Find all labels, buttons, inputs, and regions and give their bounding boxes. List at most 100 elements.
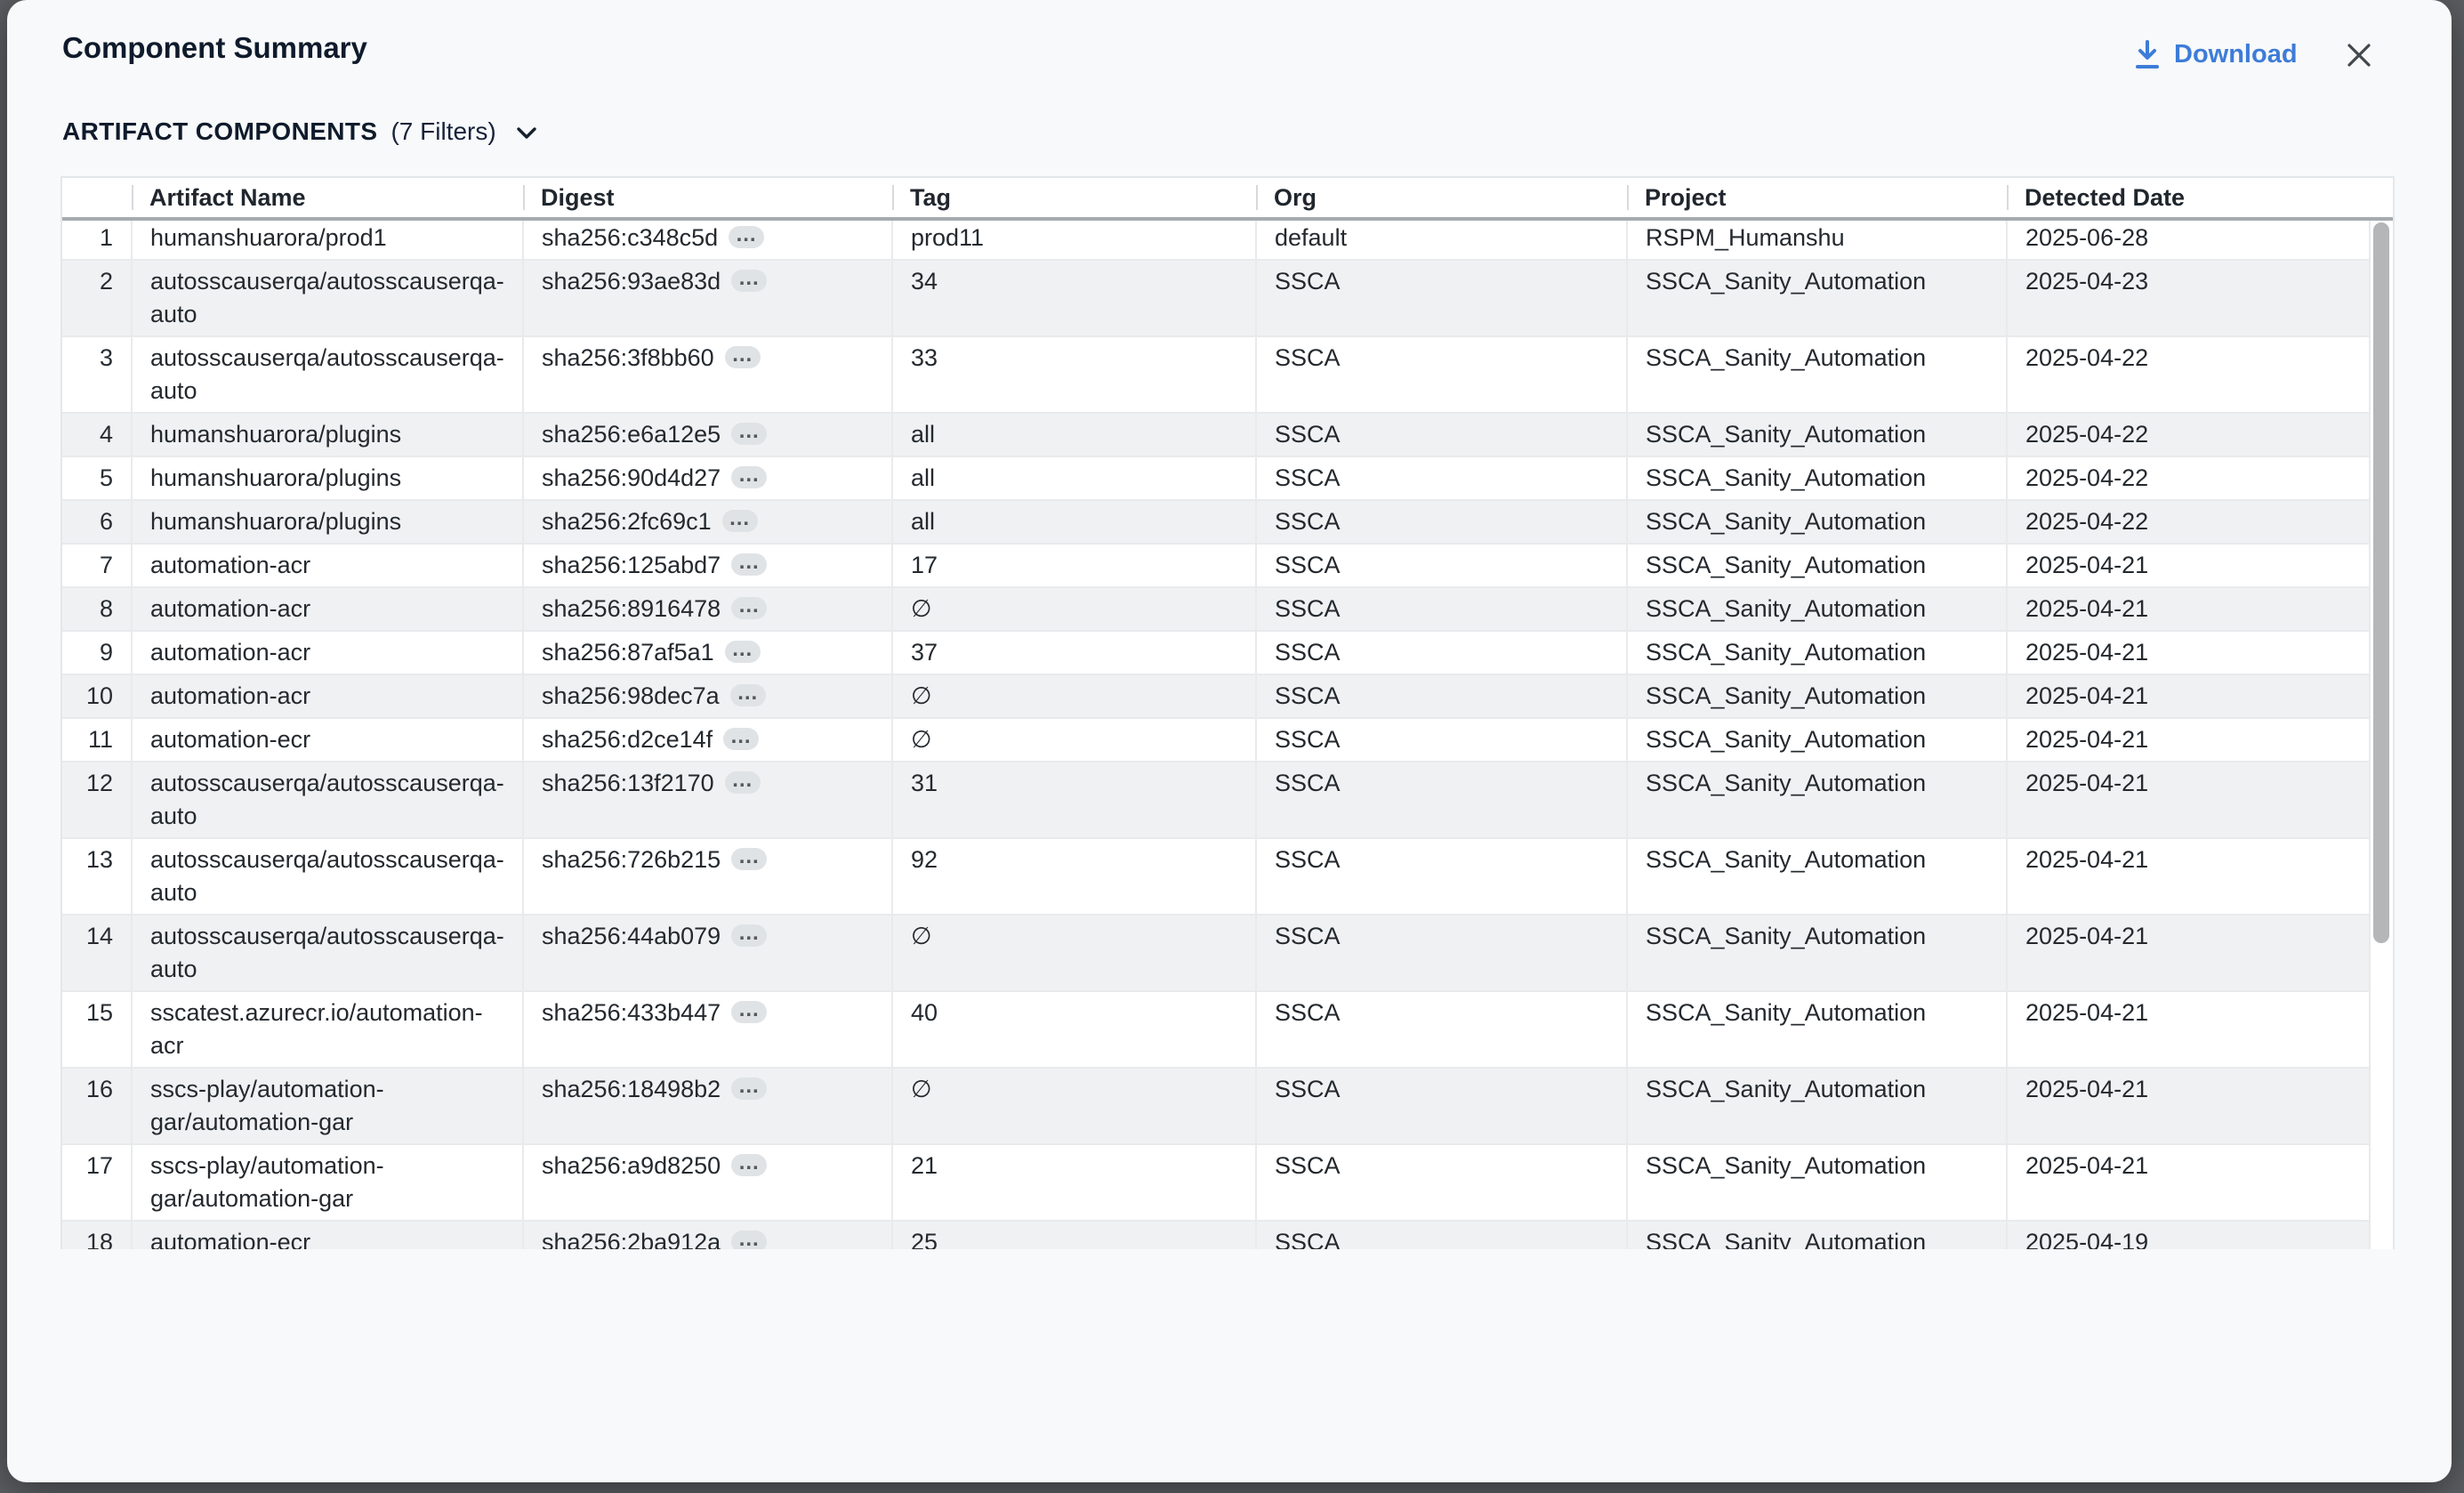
digest-expand-chip[interactable]: … <box>731 1001 767 1023</box>
cell-artifact-name: automation-acr <box>132 631 523 674</box>
cell-org: SSCA <box>1256 1068 1627 1144</box>
cell-org: SSCA <box>1256 991 1627 1068</box>
cell-detected-date: 2025-04-22 <box>2007 413 2370 456</box>
cell-detected-date: 2025-04-21 <box>2007 544 2370 587</box>
cell-row-number: 17 <box>62 1144 132 1221</box>
cell-org: SSCA <box>1256 674 1627 718</box>
cell-artifact-name: humanshuarora/plugins <box>132 456 523 500</box>
digest-expand-chip[interactable]: … <box>731 1231 767 1249</box>
close-icon <box>2344 40 2374 70</box>
cell-detected-date: 2025-04-21 <box>2007 1144 2370 1221</box>
cell-detected-date: 2025-04-22 <box>2007 456 2370 500</box>
cell-org: SSCA <box>1256 1144 1627 1221</box>
table-header-row: Artifact Name Digest Tag Org Project Det… <box>62 178 2370 217</box>
cell-org: SSCA <box>1256 915 1627 991</box>
cell-row-number: 4 <box>62 413 132 456</box>
cell-row-number: 9 <box>62 631 132 674</box>
table-row: 9automation-acrsha256:87af5a1…37SSCASSCA… <box>62 631 2370 674</box>
chevron-down-icon <box>513 125 540 142</box>
cell-digest: sha256:a9d8250… <box>523 1144 892 1221</box>
cell-artifact-name: automation-ecr <box>132 1221 523 1249</box>
cell-artifact-name: humanshuarora/prod1 <box>132 217 523 260</box>
col-header-project: Project <box>1627 178 2007 217</box>
digest-expand-chip[interactable]: … <box>731 924 767 947</box>
cell-digest: sha256:433b447… <box>523 991 892 1068</box>
cell-project: SSCA_Sanity_Automation <box>1627 631 2007 674</box>
col-header-org: Org <box>1256 178 1627 217</box>
cell-digest: sha256:2ba912a… <box>523 1221 892 1249</box>
cell-row-number: 2 <box>62 260 132 336</box>
cell-project: SSCA_Sanity_Automation <box>1627 718 2007 762</box>
cell-tag: ∅ <box>892 674 1256 718</box>
download-button[interactable]: Download <box>2133 34 2298 75</box>
cell-row-number: 10 <box>62 674 132 718</box>
digest-expand-chip[interactable]: … <box>725 771 761 794</box>
cell-digest: sha256:18498b2… <box>523 1068 892 1144</box>
cell-org: SSCA <box>1256 838 1627 915</box>
digest-expand-chip[interactable]: … <box>731 848 767 870</box>
cell-row-number: 7 <box>62 544 132 587</box>
digest-expand-chip[interactable]: … <box>731 466 767 488</box>
digest-expand-chip[interactable]: … <box>731 423 767 445</box>
cell-digest: sha256:c348c5d… <box>523 217 892 260</box>
cell-row-number: 13 <box>62 838 132 915</box>
cell-tag: 33 <box>892 336 1256 413</box>
cell-artifact-name: autosscauserqa/autosscauserqa-auto <box>132 838 523 915</box>
filters-count-label: (7 Filters) <box>391 117 495 146</box>
cell-org: SSCA <box>1256 544 1627 587</box>
cell-digest: sha256:125abd7… <box>523 544 892 587</box>
cell-project: SSCA_Sanity_Automation <box>1627 413 2007 456</box>
digest-expand-chip[interactable]: … <box>729 226 764 248</box>
table-row: 1humanshuarora/prod1sha256:c348c5d…prod1… <box>62 217 2370 260</box>
digest-expand-chip[interactable]: … <box>725 641 761 663</box>
col-header-detected-date: Detected Date <box>2007 178 2370 217</box>
digest-expand-chip[interactable]: … <box>731 1077 767 1100</box>
cell-digest: sha256:13f2170… <box>523 762 892 838</box>
cell-row-number: 15 <box>62 991 132 1068</box>
digest-expand-chip[interactable]: … <box>722 510 758 532</box>
table-row: 17sscs-play/automation-gar/automation-ga… <box>62 1144 2370 1221</box>
cell-row-number: 3 <box>62 336 132 413</box>
close-button[interactable] <box>2341 37 2377 73</box>
page-title: Component Summary <box>62 30 367 66</box>
cell-row-number: 11 <box>62 718 132 762</box>
table-row: 12autosscauserqa/autosscauserqa-autosha2… <box>62 762 2370 838</box>
digest-expand-chip[interactable]: … <box>730 684 766 706</box>
cell-project: SSCA_Sanity_Automation <box>1627 1144 2007 1221</box>
cell-detected-date: 2025-04-21 <box>2007 718 2370 762</box>
digest-expand-chip[interactable]: … <box>731 270 767 292</box>
table-row: 15sscatest.azurecr.io/automation-acrsha2… <box>62 991 2370 1068</box>
cell-detected-date: 2025-04-22 <box>2007 336 2370 413</box>
digest-expand-chip[interactable]: … <box>731 553 767 576</box>
cell-tag: all <box>892 500 1256 544</box>
digest-expand-chip[interactable]: … <box>723 728 759 750</box>
cell-row-number: 1 <box>62 217 132 260</box>
cell-row-number: 6 <box>62 500 132 544</box>
cell-artifact-name: sscatest.azurecr.io/automation-acr <box>132 991 523 1068</box>
cell-project: SSCA_Sanity_Automation <box>1627 991 2007 1068</box>
cell-detected-date: 2025-04-21 <box>2007 674 2370 718</box>
cell-detected-date: 2025-04-21 <box>2007 991 2370 1068</box>
cell-digest: sha256:8916478… <box>523 587 892 631</box>
cell-project: SSCA_Sanity_Automation <box>1627 1068 2007 1144</box>
cell-org: SSCA <box>1256 336 1627 413</box>
cell-row-number: 8 <box>62 587 132 631</box>
cell-org: default <box>1256 217 1627 260</box>
col-header-digest: Digest <box>523 178 892 217</box>
table-row: 6humanshuarora/pluginssha256:2fc69c1…all… <box>62 500 2370 544</box>
table-vertical-scrollbar[interactable] <box>2373 222 2389 943</box>
digest-expand-chip[interactable]: … <box>731 597 767 619</box>
cell-digest: sha256:2fc69c1… <box>523 500 892 544</box>
cell-artifact-name: autosscauserqa/autosscauserqa-auto <box>132 260 523 336</box>
cell-project: SSCA_Sanity_Automation <box>1627 915 2007 991</box>
digest-expand-chip[interactable]: … <box>725 346 761 368</box>
digest-expand-chip[interactable]: … <box>731 1154 767 1176</box>
cell-project: SSCA_Sanity_Automation <box>1627 500 2007 544</box>
cell-project: SSCA_Sanity_Automation <box>1627 336 2007 413</box>
table-row: 5humanshuarora/pluginssha256:90d4d27…all… <box>62 456 2370 500</box>
cell-project: SSCA_Sanity_Automation <box>1627 762 2007 838</box>
col-header-tag: Tag <box>892 178 1256 217</box>
artifact-components-section-toggle[interactable]: ARTIFACT COMPONENTS (7 Filters) <box>62 114 540 149</box>
cell-project: RSPM_Humanshu <box>1627 217 2007 260</box>
cell-org: SSCA <box>1256 1221 1627 1249</box>
